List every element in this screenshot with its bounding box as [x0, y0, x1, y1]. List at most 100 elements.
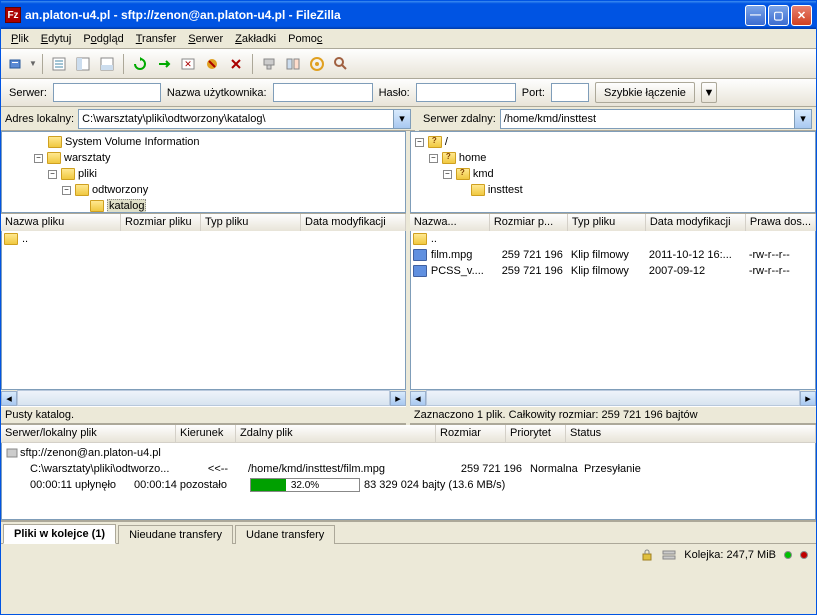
compare-button[interactable]	[282, 53, 304, 75]
collapse-icon[interactable]: −	[34, 154, 43, 163]
scroll-left-icon[interactable]: ◂	[1, 391, 17, 406]
quickconnect-bar: Serwer: Nazwa użytkownika: Hasło: Port: …	[1, 79, 816, 107]
col-perm[interactable]: Prawa dos...	[746, 214, 816, 231]
user-label: Nazwa użytkownika:	[167, 87, 267, 99]
tree-item[interactable]: /	[445, 136, 448, 148]
col-local[interactable]: Serwer/lokalny plik	[1, 425, 176, 442]
queue-size: Kolejka: 247,7 MiB	[684, 549, 776, 561]
remote-list-header: Nazwa... Rozmiar p... Typ pliku Data mod…	[410, 213, 816, 231]
remote-tree[interactable]: −/ −home −kmd insttest	[410, 131, 816, 213]
lock-icon	[640, 548, 654, 562]
transfer-queue: Serwer/lokalny plik Kierunek Zdalny plik…	[1, 425, 816, 521]
menu-serwer[interactable]: Serwer	[182, 31, 229, 47]
col-date[interactable]: Data modyfikacji	[301, 214, 406, 231]
col-type[interactable]: Typ pliku	[568, 214, 646, 231]
menu-plik[interactable]: Plik	[5, 31, 35, 47]
window-title: an.platon-u4.pl - sftp://zenon@an.platon…	[25, 8, 745, 22]
chevron-down-icon[interactable]: ▾	[794, 110, 811, 128]
menu-pomoc[interactable]: Pomoc	[282, 31, 328, 47]
remote-path-input[interactable]: /home/kmd/insttest ▾	[500, 109, 812, 129]
search-button[interactable]	[330, 53, 352, 75]
scroll-left-icon[interactable]: ◂	[410, 391, 426, 406]
queue-list[interactable]: sftp://zenon@an.platon-u4.pl C:\warsztat…	[1, 443, 816, 520]
col-remote[interactable]: Zdalny plik	[236, 425, 436, 442]
collapse-icon[interactable]: −	[443, 170, 452, 179]
col-size[interactable]: Rozmiar p...	[490, 214, 568, 231]
folder-icon	[471, 184, 485, 196]
process-queue-button[interactable]	[153, 53, 175, 75]
tree-item[interactable]: home	[459, 152, 487, 164]
col-name[interactable]: Nazwa...	[410, 214, 490, 231]
tab-successful[interactable]: Udane transfery	[235, 525, 335, 544]
tree-item[interactable]: pliki	[78, 168, 97, 180]
toggle-log-button[interactable]	[48, 53, 70, 75]
scroll-right-icon[interactable]: ▸	[800, 391, 816, 406]
col-name[interactable]: Nazwa pliku	[1, 214, 121, 231]
maximize-button[interactable]: ▢	[768, 5, 789, 26]
menu-transfer[interactable]: Transfer	[130, 31, 183, 47]
collapse-icon[interactable]: −	[48, 170, 57, 179]
tab-failed[interactable]: Nieudane transfery	[118, 525, 233, 544]
col-dir[interactable]: Kierunek	[176, 425, 236, 442]
collapse-icon[interactable]: −	[429, 154, 438, 163]
toggle-tree-button[interactable]	[72, 53, 94, 75]
password-input[interactable]	[416, 83, 516, 102]
disconnect-button[interactable]	[201, 53, 223, 75]
refresh-button[interactable]	[129, 53, 151, 75]
user-input[interactable]	[273, 83, 373, 102]
quickconnect-button[interactable]: Szybkie łączenie	[595, 82, 695, 103]
close-button[interactable]: ✕	[791, 5, 812, 26]
filter-button[interactable]	[258, 53, 280, 75]
minimize-button[interactable]: —	[745, 5, 766, 26]
remote-file-list[interactable]: .. film.mpg259 721 196Klip filmowy2011-1…	[410, 231, 816, 390]
local-path-input[interactable]: C:\warsztaty\pliki\odtworzony\katalog\ ▾	[78, 109, 411, 129]
col-type[interactable]: Typ pliku	[201, 214, 301, 231]
queue-server-row[interactable]: sftp://zenon@an.platon-u4.pl	[6, 445, 811, 461]
toggle-queue-button[interactable]	[96, 53, 118, 75]
sync-browse-button[interactable]	[306, 53, 328, 75]
tab-queued[interactable]: Pliki w kolejce (1)	[3, 524, 116, 544]
collapse-icon[interactable]: −	[415, 138, 424, 147]
parent-dir-row[interactable]: ..	[411, 231, 815, 247]
port-input[interactable]	[551, 83, 589, 102]
scrollbar[interactable]	[426, 390, 800, 406]
cancel-button[interactable]: ✕	[177, 53, 199, 75]
collapse-icon[interactable]: −	[62, 186, 71, 195]
server-input[interactable]	[53, 83, 161, 102]
toolbar: ▼ ✕	[1, 49, 816, 79]
local-pane: System Volume Information −warsztaty −pl…	[1, 131, 406, 425]
tree-item[interactable]: kmd	[473, 168, 494, 180]
menu-podglad[interactable]: Podgląd	[77, 31, 129, 47]
col-prio[interactable]: Priorytet	[506, 425, 566, 442]
tree-item[interactable]: System Volume Information	[65, 136, 200, 148]
scroll-right-icon[interactable]: ▸	[390, 391, 406, 406]
svg-text:✕: ✕	[184, 59, 192, 69]
app-icon: Fz	[5, 7, 21, 23]
local-tree[interactable]: System Volume Information −warsztaty −pl…	[1, 131, 406, 213]
col-size[interactable]: Rozmiar pliku	[121, 214, 201, 231]
file-row[interactable]: PCSS_v....259 721 196Klip filmowy2007-09…	[411, 263, 815, 279]
folder-icon	[442, 152, 456, 164]
tree-item[interactable]: odtworzony	[92, 184, 148, 196]
chevron-down-icon[interactable]: ▾	[393, 110, 410, 128]
folder-icon	[47, 152, 61, 164]
tree-item[interactable]: insttest	[488, 184, 523, 196]
local-path-label: Adres lokalny:	[5, 113, 74, 125]
tree-item-selected[interactable]: katalog	[107, 199, 146, 213]
col-date[interactable]: Data modyfikacji	[646, 214, 746, 231]
server-icon	[6, 447, 18, 459]
col-size[interactable]: Rozmiar	[436, 425, 506, 442]
site-manager-button[interactable]	[5, 53, 27, 75]
col-status[interactable]: Status	[566, 425, 816, 442]
parent-dir-row[interactable]: ..	[2, 231, 405, 247]
queue-file-row[interactable]: C:\warsztaty\pliki\odtworzo... <<-- /hom…	[6, 461, 811, 477]
tree-item[interactable]: warsztaty	[64, 152, 110, 164]
menu-zakladki[interactable]: Zakładki	[229, 31, 282, 47]
scrollbar[interactable]	[17, 390, 390, 406]
quickconnect-dropdown[interactable]: ▼	[701, 82, 717, 103]
local-file-list[interactable]: ..	[1, 231, 406, 390]
reconnect-button[interactable]	[225, 53, 247, 75]
activity-led-recv	[784, 551, 792, 559]
menu-edytuj[interactable]: Edytuj	[35, 31, 78, 47]
file-row[interactable]: film.mpg259 721 196Klip filmowy2011-10-1…	[411, 247, 815, 263]
